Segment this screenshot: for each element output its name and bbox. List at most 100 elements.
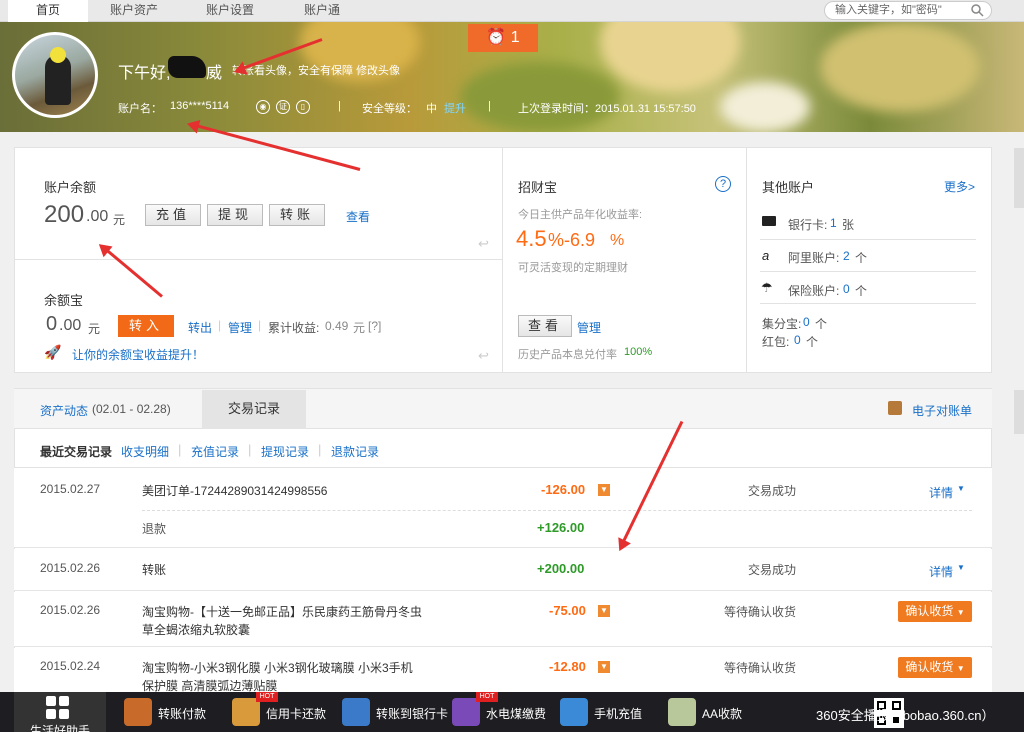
ali-value[interactable]: 2 (843, 249, 850, 263)
rate-low: 4.5 (516, 226, 547, 251)
withdraw-button[interactable]: 提现 (207, 204, 263, 226)
separator: | (488, 100, 491, 112)
greeting: 下午好, (118, 65, 171, 82)
hongbao-unit: 个 (806, 335, 819, 349)
transfer-in-button[interactable]: 转入 (118, 315, 174, 337)
chevron-down-icon: ▼ (956, 608, 965, 617)
confirm-receipt-label: 确认收货 (905, 660, 954, 674)
yuebao-unit: 元 (88, 322, 101, 336)
cumulative-label: 累计收益: (268, 321, 320, 335)
confirm-receipt-button[interactable]: 确认收货 ▼ (898, 601, 972, 622)
yuebao-title: 余额宝 (44, 293, 84, 308)
row-amount: -12.80 (549, 659, 586, 674)
separator: | (178, 442, 182, 457)
row-date: 2015.02.24 (40, 659, 101, 673)
balance-unit: 元 (113, 213, 126, 227)
row-desc: 退款 (142, 522, 167, 536)
watermark: 360安全播报（bobao.360.cn） (816, 708, 995, 723)
dock-label: 手机充值 (594, 707, 643, 721)
zhaocaibao-desc: 可灵活变现的定期理财 (518, 262, 628, 274)
more-link[interactable]: 更多> (944, 178, 975, 195)
tab-assets[interactable]: 账户资产 (94, 0, 174, 22)
recharge-button[interactable]: 充值 (145, 204, 201, 226)
balance-title: 账户余额 (44, 180, 97, 195)
dropdown-icon[interactable]: ▼ (598, 484, 610, 496)
help-icon[interactable]: ? (715, 176, 731, 192)
dock-transfer-to-bank[interactable]: 转账到银行卡 (342, 692, 452, 732)
balance-amount-dec: .00 (86, 208, 109, 225)
dropdown-icon[interactable]: ▼ (598, 605, 610, 617)
return-icon[interactable]: ↩ (478, 348, 489, 364)
yuebao-manage-link[interactable]: 管理 (228, 319, 252, 336)
tab-account-link[interactable]: 账户通 (282, 0, 362, 22)
dock-label: 信用卡还款 (266, 707, 327, 721)
insurance-value[interactable]: 0 (843, 282, 850, 296)
row-amount: +200.00 (537, 561, 585, 576)
alarm-badge[interactable]: ⏰ 1 (468, 24, 538, 52)
person-icon[interactable]: ◉ (256, 100, 270, 114)
confirm-receipt-button[interactable]: 确认收货 ▼ (898, 657, 972, 678)
rate-mid: %-6.9 (548, 230, 596, 250)
chevron-down-icon[interactable]: ▼ (957, 563, 965, 572)
hongbao-value[interactable]: 0 (794, 333, 801, 347)
tab-trade-records[interactable]: 交易记录 (202, 390, 306, 429)
divider (502, 148, 503, 372)
scrollbar-thumb[interactable] (1014, 390, 1024, 434)
row-status: 等待确认收货 (724, 661, 797, 675)
ali-label: 阿里账户: (788, 251, 840, 265)
separator: | (318, 442, 322, 457)
ali-unit: 个 (855, 251, 868, 265)
dock-label: 水电煤缴费 (486, 707, 547, 721)
change-avatar-link[interactable]: 修改头像 (356, 65, 400, 77)
dock-transfer-pay[interactable]: 转账付款 (124, 692, 224, 732)
chevron-down-icon[interactable]: ▼ (957, 484, 965, 493)
confirm-receipt-label: 确认收货 (905, 604, 954, 618)
dock-credit-card[interactable]: HOT 信用卡还款 (232, 692, 342, 732)
zhaocaibao-subtitle: 今日主供产品年化收益率: (518, 209, 643, 221)
divider (746, 148, 747, 372)
phone-icon[interactable]: ▯ (296, 100, 310, 114)
rocket-icon: 🚀 (44, 344, 62, 360)
zhaocaibao-title: 招财宝 (518, 180, 558, 195)
row-amount: -126.00 (541, 482, 586, 497)
cumulative-help[interactable]: [?] (368, 319, 381, 333)
return-icon[interactable]: ↩ (478, 236, 489, 252)
avatar[interactable] (12, 32, 98, 118)
id-card-icon[interactable]: 证 (276, 100, 290, 114)
search-input[interactable]: 输入关键字，如"密码" (824, 1, 992, 20)
bank-label: 银行卡: (788, 218, 828, 232)
dock-phone-topup[interactable]: 手机充值 (560, 692, 660, 732)
filter-refund[interactable]: 退款记录 (331, 443, 379, 460)
zhaocaibao-view-button[interactable]: 查看 (518, 315, 572, 337)
dock-label: AA收款 (702, 707, 743, 721)
transfer-button[interactable]: 转账 (269, 204, 325, 226)
balance-view-link[interactable]: 查看 (346, 208, 370, 225)
dock-aa-collect[interactable]: AA收款 (668, 692, 768, 732)
life-helper-button[interactable]: 生活好助手 (14, 692, 106, 732)
tab-home[interactable]: 首页 (8, 0, 88, 22)
divider (760, 303, 976, 304)
jifenbao-value[interactable]: 0 (803, 315, 810, 329)
search-icon[interactable] (970, 3, 984, 17)
e-statement-link[interactable]: 电子对账单 (912, 402, 972, 419)
yuebao-promo-link[interactable]: 让你的余额宝收益提升！ (72, 346, 204, 363)
separator: | (248, 442, 252, 457)
row-detail-link[interactable]: 详情 (929, 484, 953, 501)
alarm-icon: ⏰ (486, 29, 507, 46)
tab-assets-dynamic[interactable]: 资产动态 (40, 402, 88, 419)
filter-income-expense[interactable]: 收支明细 (121, 443, 169, 460)
filter-recharge[interactable]: 充值记录 (191, 443, 239, 460)
top-nav: 首页 账户资产 账户设置 账户通 输入关键字，如"密码" (0, 0, 1024, 22)
dropdown-icon[interactable]: ▼ (598, 661, 610, 673)
row-detail-link[interactable]: 详情 (929, 563, 953, 580)
security-upgrade-link[interactable]: 提升 (444, 100, 466, 116)
bank-value[interactable]: 1 (830, 216, 837, 230)
row-desc-line2: 草全蝎浓缩丸软胶囊 (142, 623, 251, 637)
tab-settings[interactable]: 账户设置 (190, 0, 270, 22)
divider (760, 271, 976, 272)
filter-withdraw[interactable]: 提现记录 (261, 443, 309, 460)
dock-utilities[interactable]: HOT 水电煤缴费 (452, 692, 552, 732)
scrollbar-thumb[interactable] (1014, 148, 1024, 208)
zhaocaibao-manage-link[interactable]: 管理 (577, 319, 601, 336)
transfer-out-link[interactable]: 转出 (188, 319, 212, 336)
